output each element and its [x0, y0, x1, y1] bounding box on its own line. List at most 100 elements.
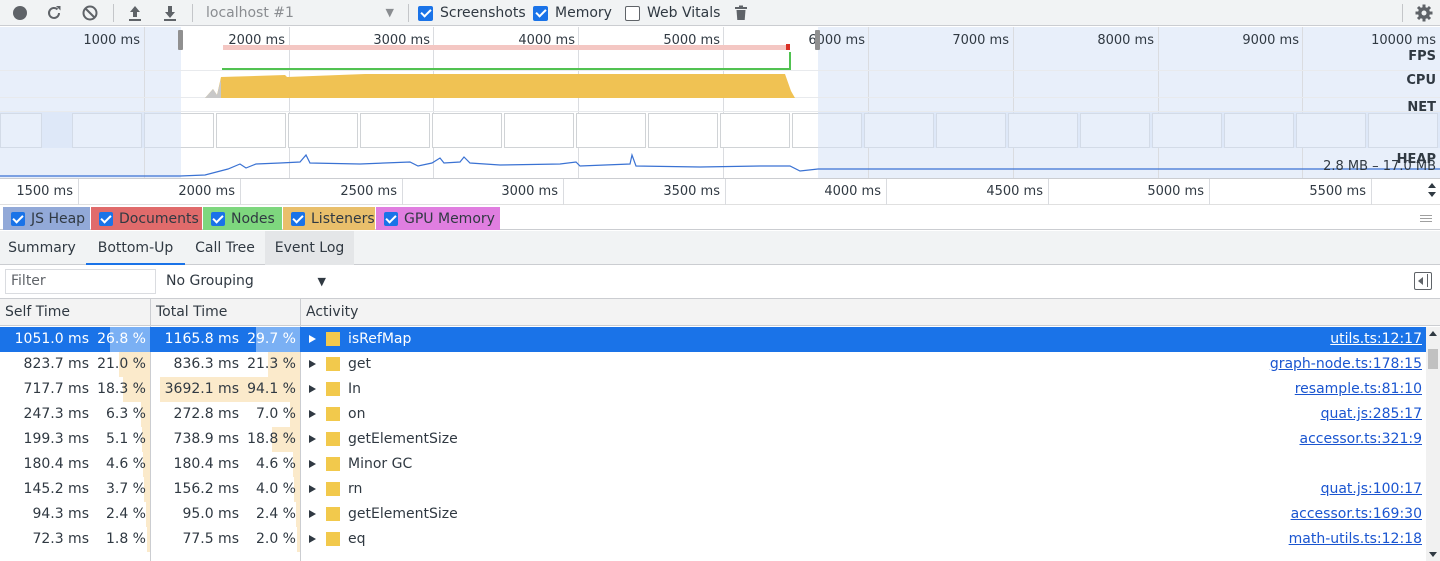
nodes-counter[interactable]: Nodes — [203, 207, 282, 230]
expand-arrow-icon[interactable] — [309, 435, 316, 443]
total-time-ms: 77.5 ms — [182, 531, 239, 547]
js-heap-counter[interactable]: JS Heap — [3, 207, 90, 230]
trash-icon[interactable] — [731, 3, 751, 23]
memory-counters: JS Heap Documents Nodes Listeners GPU Me… — [0, 205, 1440, 230]
grouping-select[interactable]: No Grouping ▼ — [166, 269, 336, 294]
ruler-label: 4000 ms — [824, 184, 881, 199]
expand-arrow-icon[interactable] — [309, 335, 316, 343]
tab-event-log[interactable]: Event Log — [265, 231, 354, 265]
total-time-ms: 836.3 ms — [173, 356, 239, 372]
table-row[interactable]: 180.4 ms 4.6 % 180.4 ms 4.6 % Minor GC — [0, 452, 1426, 477]
expand-arrow-icon[interactable] — [309, 535, 316, 543]
total-time-pct: 18.8 % — [247, 431, 296, 447]
documents-counter[interactable]: Documents — [91, 207, 202, 230]
self-time-pct: 1.8 % — [105, 531, 146, 547]
self-time-bar — [146, 502, 150, 527]
table-row[interactable]: 199.3 ms 5.1 % 738.9 ms 18.8 % getElementSiz… — [0, 427, 1426, 452]
resize-grip-icon[interactable] — [1420, 215, 1432, 224]
tab-bottom-up[interactable]: Bottom-Up — [86, 231, 185, 265]
source-link[interactable]: accessor.ts:321:9 — [1299, 427, 1422, 452]
ruler-label: 4500 ms — [986, 184, 1043, 199]
memory-label: Memory — [555, 5, 612, 21]
table-row[interactable]: 72.3 ms 1.8 % 77.5 ms 2.0 % eq math-utils.ts:… — [0, 527, 1426, 552]
counter-label: GPU Memory — [404, 210, 495, 227]
source-link[interactable]: graph-node.ts:178:15 — [1270, 352, 1422, 377]
activity-name: isRefMap — [348, 331, 412, 347]
download-icon[interactable] — [160, 3, 180, 23]
source-link[interactable]: utils.ts:12:17 — [1330, 327, 1422, 352]
self-time-header[interactable]: Self Time — [0, 299, 150, 326]
self-time-pct: 6.3 % — [105, 406, 146, 422]
source-link[interactable]: quat.js:100:17 — [1321, 477, 1422, 502]
total-time-bar — [296, 502, 300, 527]
checkbox-icon — [211, 211, 225, 226]
table-row[interactable]: 145.2 ms 3.7 % 156.2 ms 4.0 % rn quat.js:100:… — [0, 477, 1426, 502]
checkbox-icon — [384, 211, 398, 226]
table-row[interactable]: 247.3 ms 6.3 % 272.8 ms 7.0 % on quat.js:285:… — [0, 402, 1426, 427]
activity-name: get — [348, 356, 371, 372]
category-swatch — [326, 407, 340, 421]
source-link[interactable]: resample.ts:81:10 — [1295, 377, 1422, 402]
expand-arrow-icon[interactable] — [309, 510, 316, 518]
expand-arrow-icon[interactable] — [309, 460, 316, 468]
tab-call-tree[interactable]: Call Tree — [185, 231, 265, 265]
expand-arrow-icon[interactable] — [309, 385, 316, 393]
total-time-header[interactable]: Total Time — [151, 299, 301, 326]
record-icon[interactable] — [10, 3, 30, 23]
table-row[interactable]: 1051.0 ms 26.8 % 1165.8 ms 29.7 % isRefMap ut… — [0, 327, 1426, 352]
ruler-label: 1500 ms — [16, 184, 73, 199]
listeners-counter[interactable]: Listeners — [283, 207, 375, 230]
net-track-label: NET — [1407, 100, 1436, 115]
activity-header[interactable]: Activity — [301, 299, 601, 326]
scroll-up-icon[interactable] — [1429, 331, 1437, 336]
table-row[interactable]: 823.7 ms 21.0 % 836.3 ms 21.3 % get graph-nod… — [0, 352, 1426, 377]
web-vitals-checkbox[interactable]: Web Vitals — [625, 4, 720, 22]
source-link[interactable]: accessor.ts:169:30 — [1291, 502, 1422, 527]
screenshots-checkbox[interactable]: Screenshots — [418, 4, 526, 22]
self-time-pct: 5.1 % — [105, 431, 146, 447]
table-row[interactable]: 717.7 ms 18.3 % 3692.1 ms 94.1 % In resample.… — [0, 377, 1426, 402]
scroll-thumb[interactable] — [1428, 349, 1438, 369]
ruler-scroll-arrows[interactable] — [1428, 183, 1438, 202]
gear-icon[interactable] — [1414, 3, 1434, 23]
total-time-ms: 156.2 ms — [173, 481, 239, 497]
upload-icon[interactable] — [125, 3, 145, 23]
sidebar-toggle-icon[interactable] — [1414, 272, 1432, 290]
category-swatch — [326, 332, 340, 346]
source-link[interactable]: math-utils.ts:12:18 — [1289, 527, 1422, 552]
selection-left-handle[interactable] — [178, 30, 183, 50]
timeline-overview[interactable]: 1000 ms 2000 ms 3000 ms 4000 ms 5000 ms … — [0, 27, 1440, 178]
table-row[interactable]: 94.3 ms 2.4 % 95.0 ms 2.4 % getElementSize ac… — [0, 502, 1426, 527]
expand-arrow-icon[interactable] — [309, 485, 316, 493]
category-swatch — [326, 507, 340, 521]
checkbox-icon — [11, 211, 25, 226]
total-time-pct: 94.1 % — [247, 381, 296, 397]
ruler-label: 5000 ms — [1147, 184, 1204, 199]
selection-right-handle[interactable] — [815, 30, 820, 50]
expand-arrow-icon[interactable] — [309, 410, 316, 418]
total-time-ms: 95.0 ms — [182, 506, 239, 522]
profile-select[interactable]: localhost #1 ▼ — [200, 2, 400, 24]
profile-select-value: localhost #1 — [206, 5, 294, 21]
source-link[interactable]: quat.js:285:17 — [1321, 402, 1422, 427]
self-time-ms: 145.2 ms — [23, 481, 89, 497]
reload-icon[interactable] — [44, 3, 64, 23]
checkbox-icon — [99, 211, 113, 226]
self-time-ms: 94.3 ms — [32, 506, 89, 522]
memory-checkbox[interactable]: Memory — [533, 4, 612, 22]
gpu-memory-counter[interactable]: GPU Memory — [376, 207, 500, 230]
tab-summary[interactable]: Summary — [0, 231, 84, 265]
expand-arrow-icon[interactable] — [309, 360, 316, 368]
total-time-pct: 2.4 % — [255, 506, 296, 522]
scroll-down-icon[interactable] — [1429, 552, 1437, 557]
ruler-label: 2000 ms — [178, 184, 235, 199]
clear-icon[interactable] — [80, 3, 100, 23]
counter-label: JS Heap — [31, 210, 86, 227]
filter-toolbar: Filter No Grouping ▼ — [0, 265, 1440, 299]
category-swatch — [326, 357, 340, 371]
table-scrollbar[interactable] — [1426, 327, 1440, 561]
total-time-ms: 180.4 ms — [173, 456, 239, 472]
counter-label: Listeners — [311, 210, 375, 227]
total-time-pct: 21.3 % — [247, 356, 296, 372]
filter-input[interactable]: Filter — [5, 269, 156, 294]
